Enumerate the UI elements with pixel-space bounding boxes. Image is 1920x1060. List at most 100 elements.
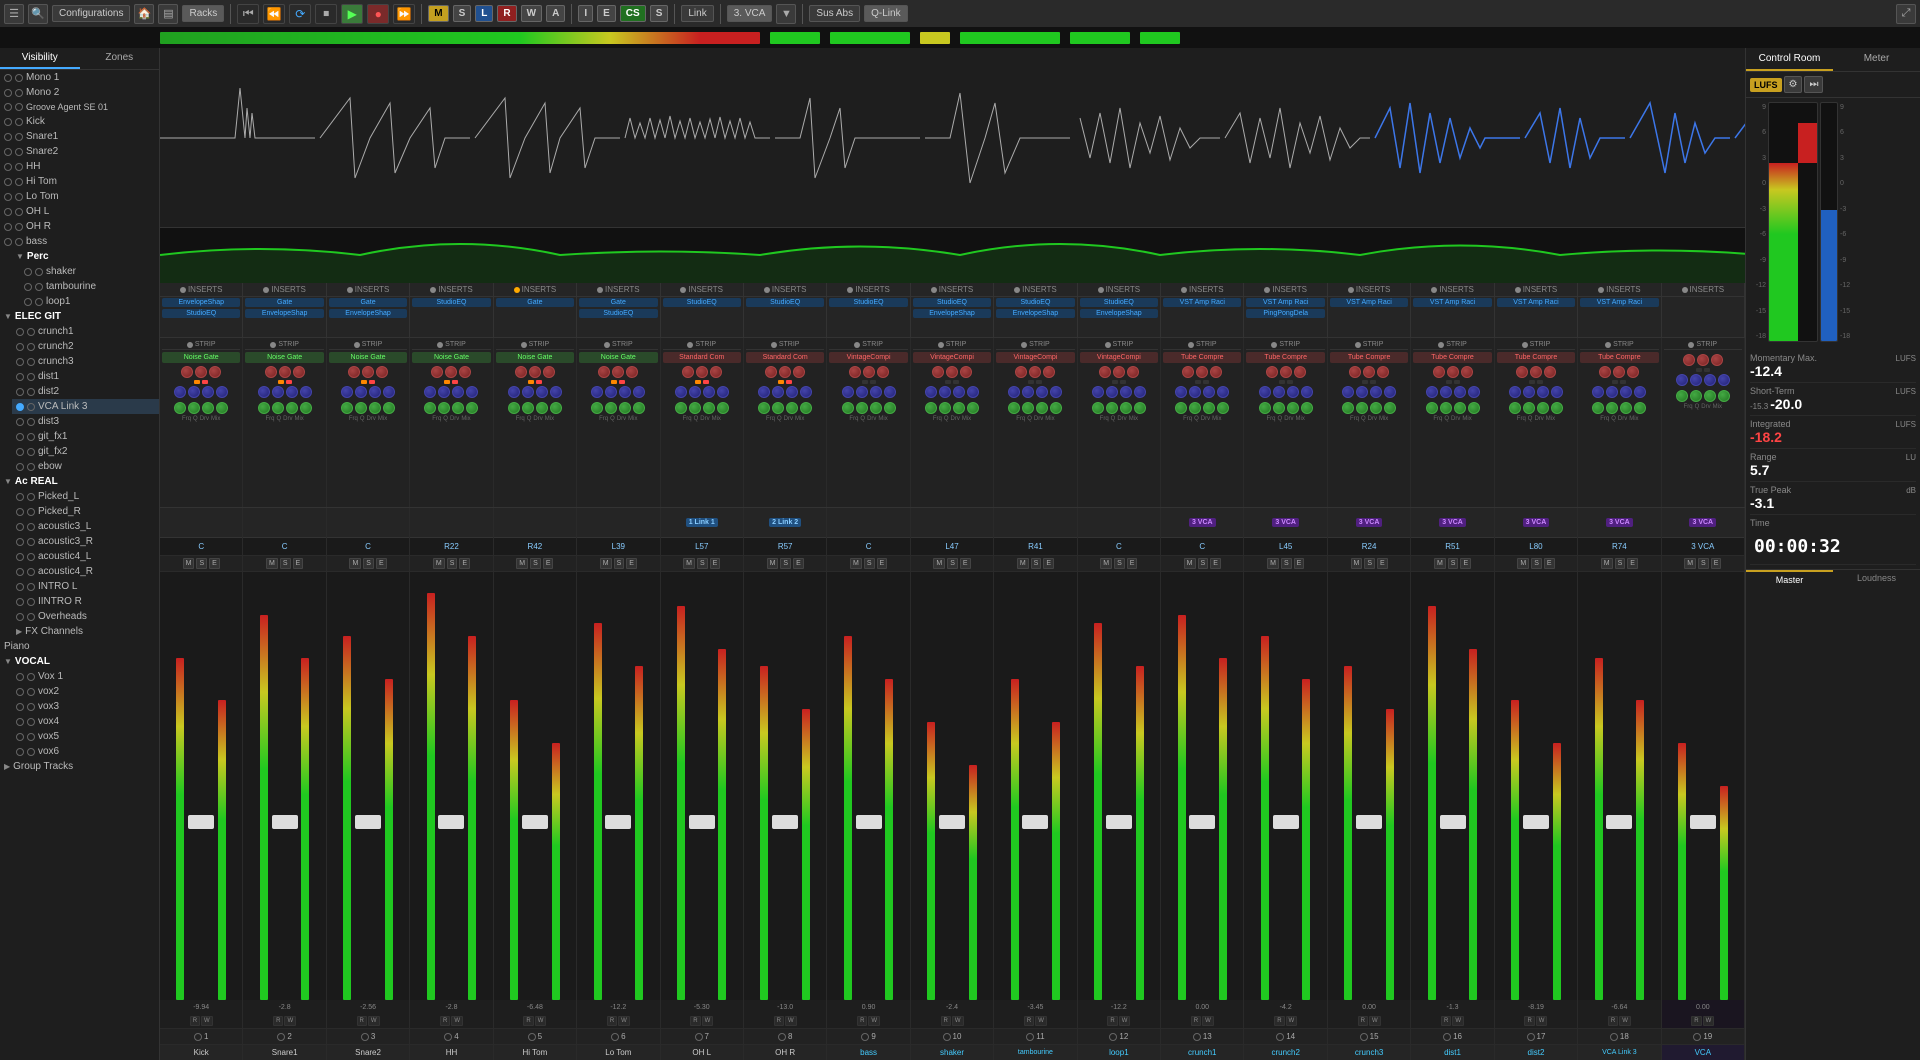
- strip-plugin-Snare1[interactable]: Noise Gate: [245, 352, 323, 363]
- dot-overheads[interactable]: [16, 613, 24, 621]
- knob-Lo Tom-0[interactable]: [598, 366, 610, 378]
- strip-plugin-Kick[interactable]: Noise Gate: [162, 352, 240, 363]
- fader-m-btn-OH R[interactable]: M: [767, 558, 779, 569]
- sidebar-item-group-tracks[interactable]: ▶ Group Tracks: [0, 759, 159, 774]
- sidebar-item-piano[interactable]: Piano: [0, 639, 159, 654]
- expand-icon[interactable]: ⤢: [1896, 4, 1916, 24]
- insert-slot-loop1-0[interactable]: StudioEQ: [1080, 298, 1158, 307]
- mix-m-btn[interactable]: M: [428, 5, 448, 22]
- dot2-vox6[interactable]: [27, 748, 35, 756]
- qlink-btn[interactable]: Q-Link: [864, 5, 907, 22]
- knob2-loop1-1[interactable]: [1106, 386, 1118, 398]
- sidebar-item-snare1[interactable]: Snare1: [0, 129, 159, 144]
- fader-m-btn-crunch2[interactable]: M: [1267, 558, 1279, 569]
- loop-btn[interactable]: ⟳: [289, 4, 311, 24]
- insert-slot-crunch3-0[interactable]: VST Amp Raci: [1330, 298, 1408, 307]
- knob-Lo Tom-1[interactable]: [612, 366, 624, 378]
- knob3-HH-0[interactable]: [424, 402, 436, 414]
- sidebar-item-vox4[interactable]: vox4: [12, 714, 159, 729]
- rw-w-Lo Tom[interactable]: W: [618, 1016, 630, 1026]
- dot1-lotom[interactable]: [4, 193, 12, 201]
- knob2-HH-3[interactable]: [466, 386, 478, 398]
- fader-thumb-crunch2[interactable]: [1273, 815, 1299, 829]
- knob2-crunch2-2[interactable]: [1287, 386, 1299, 398]
- knob2-crunch3-3[interactable]: [1384, 386, 1396, 398]
- rw-r-Lo Tom[interactable]: R: [607, 1016, 617, 1026]
- knob2-Snare1-2[interactable]: [286, 386, 298, 398]
- knob3-Snare1-2[interactable]: [286, 402, 298, 414]
- knob-crunch1-0[interactable]: [1182, 366, 1194, 378]
- knob-Kick-1[interactable]: [195, 366, 207, 378]
- sidebar-item-ac3l[interactable]: acoustic3_L: [12, 519, 159, 534]
- dot2-loop1[interactable]: [35, 298, 43, 306]
- knob2-crunch3-0[interactable]: [1342, 386, 1354, 398]
- dot2-ac4l[interactable]: [27, 553, 35, 561]
- insert-slot-Snare2-0[interactable]: Gate: [329, 298, 407, 307]
- route-i-btn[interactable]: I: [578, 5, 593, 22]
- sidebar-group-elec-git[interactable]: ▼ ELEC GIT: [0, 309, 159, 324]
- master-tab[interactable]: Master: [1746, 570, 1833, 588]
- rw-r-shaker[interactable]: R: [941, 1016, 951, 1026]
- dot2-vox2[interactable]: [27, 688, 35, 696]
- rw-r-Hi Tom[interactable]: R: [523, 1016, 533, 1026]
- knob-dist2-0[interactable]: [1516, 366, 1528, 378]
- knob3-Snare2-0[interactable]: [341, 402, 353, 414]
- sidebar-item-picked-r[interactable]: Picked_R: [12, 504, 159, 519]
- configurations-btn[interactable]: Configurations: [52, 5, 130, 22]
- rw-r-Kick[interactable]: R: [190, 1016, 200, 1026]
- dot2-shaker[interactable]: [35, 268, 43, 276]
- fader-thumb-Lo Tom[interactable]: [605, 815, 631, 829]
- knob2-Lo Tom-1[interactable]: [605, 386, 617, 398]
- fader-s-btn-Lo Tom[interactable]: S: [614, 558, 625, 569]
- fader-routing-Snare2[interactable]: C: [327, 538, 409, 556]
- strip-plugin-dist2[interactable]: Tube Compre: [1497, 352, 1575, 363]
- knob3-crunch1-2[interactable]: [1203, 402, 1215, 414]
- tab-control-room[interactable]: Control Room: [1746, 48, 1833, 71]
- knob3-VCA-2[interactable]: [1704, 390, 1716, 402]
- fader-thumb-Hi Tom[interactable]: [522, 815, 548, 829]
- sidebar-item-intror[interactable]: IINTRO R: [12, 594, 159, 609]
- knob3-loop1-0[interactable]: [1092, 402, 1104, 414]
- knob-crunch2-2[interactable]: [1294, 366, 1306, 378]
- fader-e-btn-Lo Tom[interactable]: E: [626, 558, 637, 569]
- insert-slot-tambourine-0[interactable]: StudioEQ: [996, 298, 1074, 307]
- knob-HH-1[interactable]: [445, 366, 457, 378]
- strip-plugin-shaker[interactable]: VintageCompi: [913, 352, 991, 363]
- fader-s-btn-crunch3[interactable]: S: [1364, 558, 1375, 569]
- knob3-Kick-0[interactable]: [174, 402, 186, 414]
- knob-dist2-2[interactable]: [1544, 366, 1556, 378]
- knob3-dist2-1[interactable]: [1523, 402, 1535, 414]
- dot1-crunch2[interactable]: [16, 343, 24, 351]
- fader-e-btn-OH R[interactable]: E: [793, 558, 804, 569]
- dot2-ac3r[interactable]: [27, 538, 35, 546]
- knob3-loop1-1[interactable]: [1106, 402, 1118, 414]
- sidebar-item-ac4l[interactable]: acoustic4_L: [12, 549, 159, 564]
- fader-s-btn-VCA[interactable]: S: [1698, 558, 1709, 569]
- fader-m-btn-VCA Link 3[interactable]: M: [1601, 558, 1613, 569]
- knob-tambourine-0[interactable]: [1015, 366, 1027, 378]
- knob3-crunch3-2[interactable]: [1370, 402, 1382, 414]
- fader-routing-Lo Tom[interactable]: L39: [577, 538, 659, 556]
- knob2-VCA-1[interactable]: [1690, 374, 1702, 386]
- knob-OH R-2[interactable]: [793, 366, 805, 378]
- dot2-vox3[interactable]: [27, 703, 35, 711]
- dot1-ebow[interactable]: [16, 463, 24, 471]
- knob2-tambourine-3[interactable]: [1050, 386, 1062, 398]
- rw-w-Kick[interactable]: W: [201, 1016, 213, 1026]
- sidebar-item-shaker[interactable]: shaker: [20, 264, 159, 279]
- knob-bass-0[interactable]: [849, 366, 861, 378]
- knob2-HH-2[interactable]: [452, 386, 464, 398]
- knob-HH-2[interactable]: [459, 366, 471, 378]
- knob3-crunch3-0[interactable]: [1342, 402, 1354, 414]
- knob2-dist1-1[interactable]: [1440, 386, 1452, 398]
- knob2-crunch2-0[interactable]: [1259, 386, 1271, 398]
- sidebar-item-ac4r[interactable]: acoustic4_R: [12, 564, 159, 579]
- knob-Kick-2[interactable]: [209, 366, 221, 378]
- dot1-ohleft[interactable]: [4, 208, 12, 216]
- dot2-mono1[interactable]: [15, 74, 23, 82]
- fader-routing-dist1[interactable]: R51: [1411, 538, 1493, 556]
- fader-thumb-Kick[interactable]: [188, 815, 214, 829]
- fader-s-btn-tambourine[interactable]: S: [1031, 558, 1042, 569]
- fader-thumb-HH[interactable]: [438, 815, 464, 829]
- knob2-Snare2-2[interactable]: [369, 386, 381, 398]
